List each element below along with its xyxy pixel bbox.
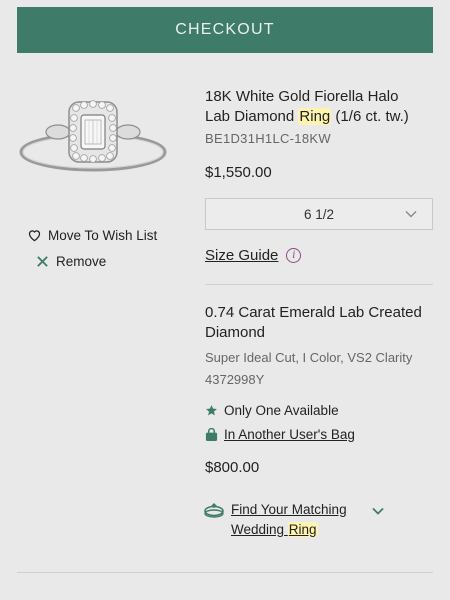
divider: [205, 284, 433, 285]
move-to-wishlist-button[interactable]: Move To Wish List: [26, 225, 166, 245]
remove-button[interactable]: Remove: [26, 251, 166, 271]
ring-size-value: 6 1/2: [303, 206, 335, 222]
chevron-down-icon[interactable]: [371, 504, 385, 518]
availability-note: Only One Available: [205, 403, 339, 418]
close-icon: [34, 253, 50, 269]
ring-icon: [204, 503, 224, 518]
diamond-price: $800.00: [205, 459, 260, 476]
search-highlight: Ring: [287, 522, 318, 537]
diamond-description: Super Ideal Cut, I Color, VS2 Clarity 43…: [205, 350, 413, 387]
wishlist-label: Move To Wish List: [48, 227, 158, 243]
bag-icon: [205, 427, 218, 441]
checkout-button[interactable]: CHECKOUT: [17, 7, 433, 53]
info-icon[interactable]: i: [286, 248, 302, 263]
find-matching-band-link[interactable]: Find Your Matching Wedding Ring: [203, 500, 385, 540]
size-guide-link[interactable]: Size Guide: [205, 247, 278, 264]
item-sku: BE1D31H1LC-18KW: [205, 131, 331, 146]
chevron-down-icon: [405, 211, 417, 218]
item-price: $1,550.00: [205, 164, 272, 181]
diamond-title[interactable]: 0.74 Carat Emerald Lab Created Diamond: [205, 303, 433, 343]
item-title[interactable]: 18K White Gold Fiorella Halo Lab Diamond…: [205, 87, 433, 127]
divider: [17, 572, 433, 573]
ring-product-image[interactable]: [14, 90, 172, 190]
remove-label: Remove: [56, 253, 107, 269]
ring-size-select[interactable]: 6 1/2: [205, 198, 433, 230]
search-highlight: Ring: [298, 108, 332, 125]
in-other-bag-note[interactable]: In Another User's Bag: [205, 427, 355, 442]
star-icon: [206, 405, 217, 416]
heart-icon: [26, 227, 42, 243]
